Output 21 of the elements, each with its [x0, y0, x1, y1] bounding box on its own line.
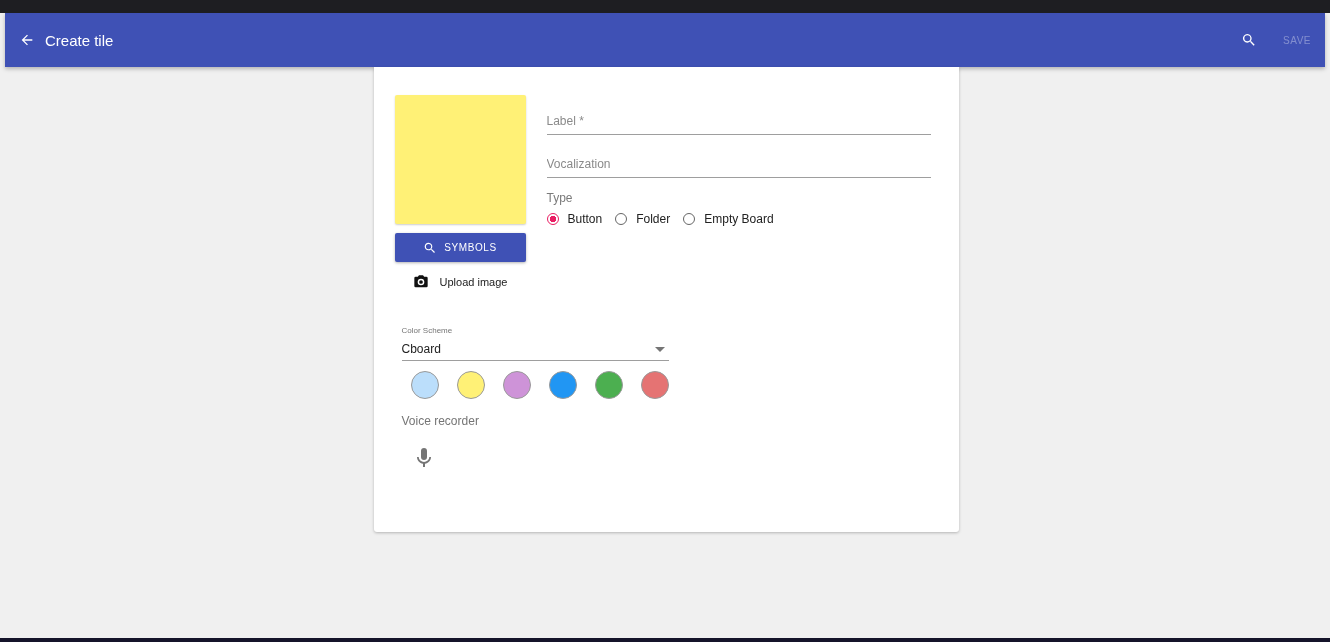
- color-swatch[interactable]: [548, 371, 577, 399]
- radio-label[interactable]: Button: [567, 212, 603, 226]
- section-label: Voice recorder: [401, 414, 480, 428]
- color-swatch[interactable]: [410, 371, 439, 399]
- color-swatch[interactable]: [640, 371, 669, 399]
- color-swatch[interactable]: [456, 371, 485, 399]
- radio-label[interactable]: Empty Board: [704, 212, 774, 226]
- page-title: Create tile: [45, 31, 114, 49]
- field-label: Type: [546, 191, 574, 205]
- color-swatch[interactable]: [502, 371, 531, 399]
- camera-icon: [412, 274, 429, 290]
- caret-icon: [654, 346, 665, 352]
- symbols-button[interactable]: SYMBOLS: [394, 233, 526, 262]
- color-swatch[interactable]: [594, 371, 623, 399]
- search-icon: [423, 240, 438, 255]
- radio-label[interactable]: Folder: [636, 212, 671, 226]
- radio-button[interactable]: [546, 213, 559, 225]
- color-scheme-select[interactable]: Cboard: [401, 335, 669, 361]
- upload-image-button[interactable]: Upload image: [406, 273, 514, 291]
- microphone-button[interactable]: [415, 447, 432, 469]
- field-label: Color Scheme: [401, 326, 454, 335]
